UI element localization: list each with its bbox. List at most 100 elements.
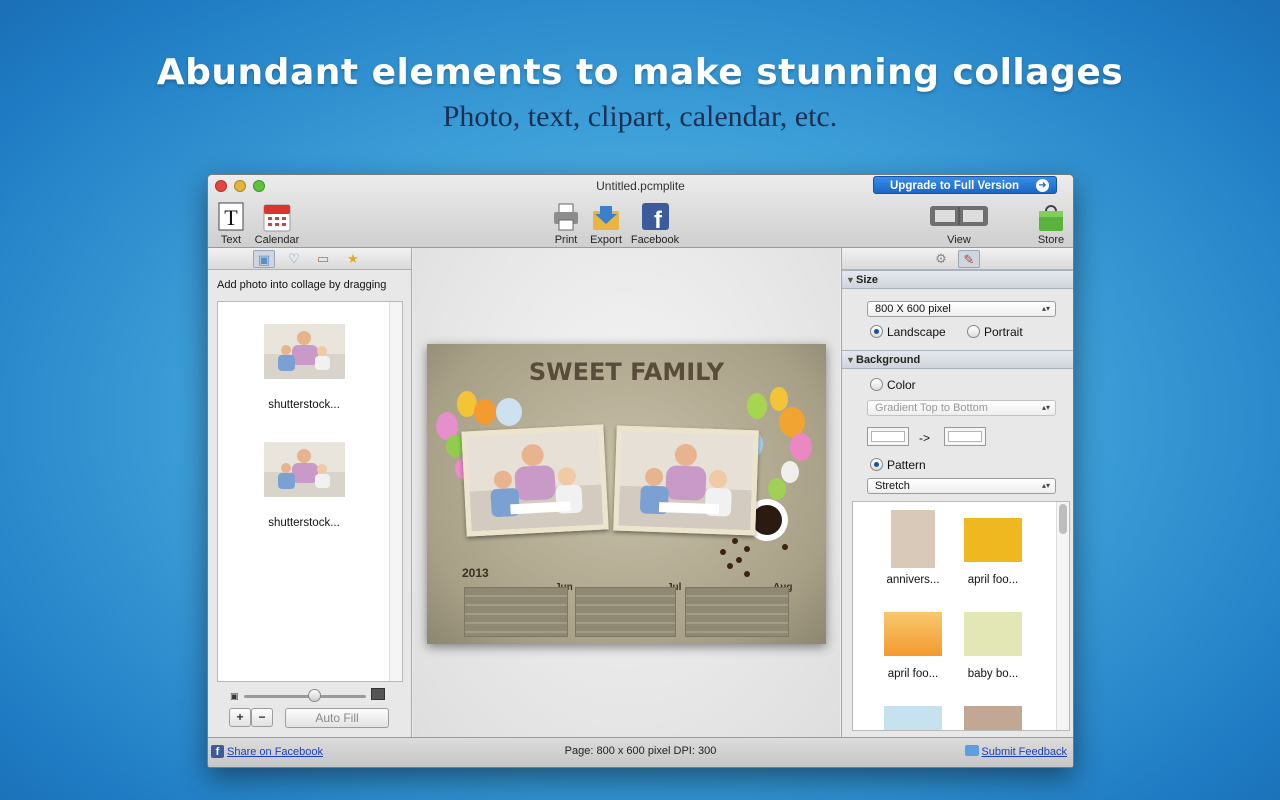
heart-tab-icon[interactable]: ♡ bbox=[283, 250, 305, 268]
calendar-month-grid[interactable] bbox=[575, 587, 676, 637]
collage-workspace: SWEET FAMILY 2013 Jun Jul Aug bbox=[413, 248, 840, 739]
calendar-tool-button[interactable]: Calendar bbox=[252, 202, 302, 246]
gradient-arrow: -> bbox=[919, 431, 931, 445]
pattern-item[interactable]: april foo... bbox=[873, 612, 953, 680]
calendar-month-grid[interactable] bbox=[464, 587, 568, 637]
collage-canvas[interactable]: SWEET FAMILY 2013 Jun Jul Aug bbox=[427, 344, 826, 644]
disclosure-triangle-icon: ▼ bbox=[846, 275, 855, 285]
photo-list-scrollbar[interactable] bbox=[389, 302, 402, 681]
photo-item[interactable]: shutterstock... bbox=[218, 324, 390, 411]
pattern-swatch bbox=[964, 612, 1022, 656]
calendar-month-grid[interactable] bbox=[685, 587, 789, 637]
frame-tab-icon[interactable]: ▭ bbox=[312, 250, 334, 268]
photo-thumbnail bbox=[263, 442, 345, 497]
slider-knob[interactable] bbox=[308, 689, 321, 702]
photo-item[interactable]: shutterstock... bbox=[218, 442, 390, 529]
photo-list[interactable]: shutterstock... shutterstock... bbox=[217, 301, 403, 682]
view-toggle-icon bbox=[929, 202, 989, 232]
pattern-label: Pattern bbox=[887, 458, 926, 472]
page-info: Page: 800 x 600 pixel DPI: 300 bbox=[564, 745, 717, 757]
photo-thumbnail bbox=[263, 324, 345, 379]
updown-arrows-icon: ▴▾ bbox=[1041, 403, 1050, 412]
calendar-icon bbox=[263, 202, 291, 232]
landscape-label: Landscape bbox=[887, 325, 946, 339]
large-image-icon bbox=[371, 688, 385, 700]
headline: Abundant elements to make stunning colla… bbox=[156, 52, 1124, 93]
print-button[interactable]: Print bbox=[548, 202, 584, 246]
start-color-swatch[interactable] bbox=[867, 427, 909, 446]
upgrade-button[interactable]: Upgrade to Full Version ➜ bbox=[873, 176, 1057, 194]
pattern-name: baby bo... bbox=[967, 668, 1019, 680]
title-bar: Untitled.pcmplite Upgrade to Full Versio… bbox=[208, 175, 1073, 248]
facebook-button[interactable]: f Facebook bbox=[628, 202, 682, 246]
collage-photo-left[interactable] bbox=[461, 424, 609, 537]
right-panel-tabs: ⚙ ✎ bbox=[842, 248, 1073, 270]
left-panel-tabs: ▣ ♡ ▭ ★ bbox=[208, 248, 411, 270]
right-panel: ⚙ ✎ ▼ Size 800 X 600 pixel ▴▾ Landscape Po… bbox=[841, 248, 1073, 739]
print-label: Print bbox=[554, 234, 578, 246]
pattern-swatch bbox=[964, 706, 1022, 730]
view-label: View bbox=[947, 234, 971, 246]
pattern-item[interactable]: baby bo... bbox=[953, 612, 1033, 680]
gradient-value: Gradient Top to Bottom bbox=[875, 402, 988, 414]
submit-feedback-link[interactable]: Submit Feedback bbox=[981, 746, 1067, 758]
printer-icon bbox=[552, 202, 580, 232]
updown-arrows-icon: ▴▾ bbox=[1041, 481, 1050, 490]
arrow-right-icon: ➜ bbox=[1036, 179, 1049, 192]
landscape-radio[interactable]: Landscape bbox=[870, 325, 946, 339]
remove-photo-button[interactable]: − bbox=[251, 708, 273, 727]
pattern-item[interactable]: april foo... bbox=[953, 518, 1033, 586]
pattern-item[interactable]: annivers... bbox=[873, 510, 953, 586]
portrait-radio[interactable]: Portrait bbox=[967, 325, 1023, 339]
star-tab-icon[interactable]: ★ bbox=[342, 250, 364, 268]
pattern-item[interactable] bbox=[873, 706, 953, 730]
radio-icon bbox=[870, 378, 883, 391]
end-color-swatch[interactable] bbox=[944, 427, 986, 446]
pattern-name: april foo... bbox=[967, 574, 1019, 586]
calendar-tool-label: Calendar bbox=[254, 234, 300, 246]
size-header-label: Size bbox=[856, 274, 879, 286]
export-button[interactable]: Export bbox=[588, 202, 624, 246]
feedback-icon bbox=[965, 745, 979, 756]
text-icon: T bbox=[217, 202, 245, 232]
updown-arrows-icon: ▴▾ bbox=[1041, 304, 1050, 313]
subheadline: Photo, text, clipart, calendar, etc. bbox=[442, 100, 838, 133]
view-button[interactable]: View bbox=[928, 202, 990, 246]
pattern-radio[interactable]: Pattern bbox=[870, 458, 926, 472]
page-settings-tab-icon[interactable]: ✎ bbox=[958, 250, 980, 268]
size-section-header[interactable]: ▼ Size bbox=[842, 270, 1073, 289]
collage-photo-right[interactable] bbox=[613, 425, 759, 536]
small-image-icon: ▣ bbox=[230, 691, 239, 701]
left-panel: ▣ ♡ ▭ ★ Add photo into collage by draggi… bbox=[208, 248, 412, 739]
pattern-item[interactable] bbox=[953, 706, 1033, 730]
upgrade-label: Upgrade to Full Version bbox=[890, 180, 1020, 192]
calendar-year: 2013 bbox=[462, 566, 489, 580]
background-section-header[interactable]: ▼ Background bbox=[842, 350, 1073, 369]
gradient-select[interactable]: Gradient Top to Bottom ▴▾ bbox=[867, 400, 1056, 416]
settings-tab-icon[interactable]: ⚙ bbox=[930, 250, 952, 268]
add-photo-button[interactable]: + bbox=[229, 708, 251, 727]
scrollbar-thumb[interactable] bbox=[1059, 504, 1067, 534]
svg-text:T: T bbox=[224, 205, 238, 230]
pattern-fill-select[interactable]: Stretch ▴▾ bbox=[867, 478, 1056, 494]
drag-hint: Add photo into collage by dragging bbox=[217, 279, 387, 291]
pattern-swatch bbox=[964, 518, 1022, 562]
pattern-swatch bbox=[884, 706, 942, 730]
app-window: Untitled.pcmplite Upgrade to Full Versio… bbox=[207, 174, 1074, 768]
pattern-list-scrollbar[interactable] bbox=[1056, 502, 1069, 730]
text-tool-button[interactable]: T Text bbox=[214, 202, 248, 246]
radio-selected-icon bbox=[870, 458, 883, 471]
facebook-label: Facebook bbox=[630, 234, 680, 246]
status-bar: f Share on Facebook Page: 800 x 600 pixe… bbox=[208, 737, 1073, 767]
portrait-label: Portrait bbox=[984, 325, 1023, 339]
auto-fill-button[interactable]: Auto Fill bbox=[285, 708, 389, 728]
radio-icon bbox=[967, 325, 980, 338]
pattern-list[interactable]: annivers... april foo... april foo... ba… bbox=[852, 501, 1070, 731]
color-radio[interactable]: Color bbox=[870, 378, 916, 392]
photo-tab-icon[interactable]: ▣ bbox=[253, 250, 275, 268]
thumbnail-size-slider[interactable] bbox=[244, 689, 366, 702]
page-size-select[interactable]: 800 X 600 pixel ▴▾ bbox=[867, 301, 1056, 317]
page-size-value: 800 X 600 pixel bbox=[875, 303, 951, 315]
store-button[interactable]: Store bbox=[1034, 202, 1068, 246]
background-header-label: Background bbox=[856, 354, 921, 366]
